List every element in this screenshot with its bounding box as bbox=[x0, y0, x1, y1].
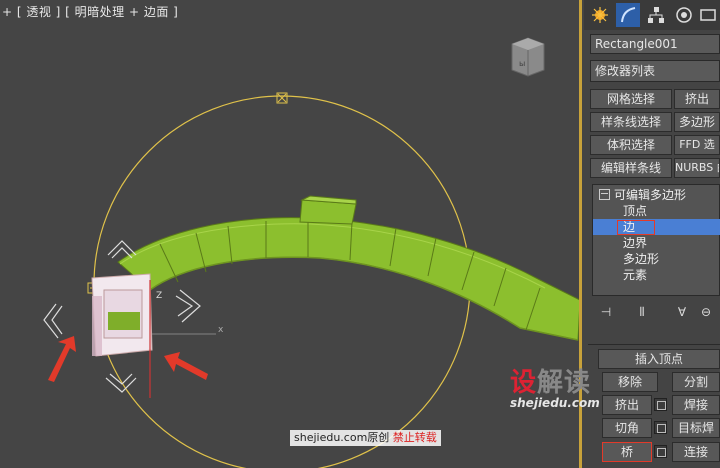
extrude-settings-icon[interactable] bbox=[654, 398, 667, 411]
perspective-viewport[interactable]: + [ 透视 ] [ 明暗处理 + 边面 ] Z x ы bbox=[0, 0, 582, 468]
stack-tools: ⊣ ⦀ ∀ ⊖ bbox=[594, 302, 720, 322]
split-button[interactable]: 分割 bbox=[672, 372, 720, 392]
mesh-select-button[interactable]: 网格选择 bbox=[590, 89, 672, 109]
show-end-result-icon[interactable]: ⦀ bbox=[632, 302, 652, 322]
spline-select-button[interactable]: 样条线选择 bbox=[590, 112, 672, 132]
extrude-modifier-button[interactable]: 挤出 bbox=[674, 89, 720, 109]
chamfer-button[interactable]: 切角 bbox=[602, 418, 652, 438]
edit-spline-button[interactable]: 编辑样条线 bbox=[590, 158, 672, 178]
stack-item-element[interactable]: 元素 bbox=[593, 267, 720, 283]
red-highlight-box bbox=[617, 220, 655, 235]
target-weld-button[interactable]: 目标焊 bbox=[672, 418, 720, 438]
make-unique-icon[interactable]: ∀ bbox=[672, 302, 692, 322]
modify-tab-icon[interactable] bbox=[616, 3, 640, 27]
green-arc-object bbox=[117, 195, 581, 341]
stack-root-editable-poly[interactable]: 可编辑多边形 bbox=[593, 187, 720, 203]
watermark-url: shejiedu.com bbox=[510, 396, 600, 410]
object-name-field[interactable]: Rectangle001 bbox=[590, 34, 720, 54]
chamfer-settings-icon[interactable] bbox=[654, 421, 667, 434]
volume-select-button[interactable]: 体积选择 bbox=[590, 135, 672, 155]
command-panel-tabs bbox=[584, 0, 720, 30]
poly-select-button[interactable]: 多边形 bbox=[674, 112, 720, 132]
remove-modifier-icon[interactable]: ⊖ bbox=[696, 302, 716, 322]
command-panel: Rectangle001 修改器列表 网格选择 挤出 样条线选择 多边形 体积选… bbox=[584, 0, 720, 468]
bridge-button[interactable]: 桥 bbox=[602, 442, 652, 462]
collapse-toggle-icon[interactable] bbox=[599, 189, 610, 200]
selected-frame-object bbox=[91, 273, 153, 398]
stack-item-polygon[interactable]: 多边形 bbox=[593, 251, 720, 267]
red-arrow-left bbox=[48, 336, 76, 382]
scene-canvas: Z x ы bbox=[43, 37, 581, 468]
ffd-select-button[interactable]: FFD 选 bbox=[674, 135, 720, 155]
stack-item-edge[interactable]: 边 bbox=[593, 219, 720, 235]
bridge-settings-icon[interactable] bbox=[654, 445, 667, 458]
weld-button[interactable]: 焊接 bbox=[672, 395, 720, 415]
hierarchy-tab-icon[interactable] bbox=[644, 3, 668, 27]
display-tab-icon[interactable] bbox=[696, 3, 720, 27]
svg-text:Z: Z bbox=[156, 291, 162, 301]
remove-button[interactable]: 移除 bbox=[602, 372, 658, 392]
pin-stack-icon[interactable]: ⊣ bbox=[596, 302, 616, 322]
watermark-bar: shejiedu.com原创 禁止转载 bbox=[290, 430, 441, 446]
nurbs-curve-button[interactable]: NURBS 曲 bbox=[674, 158, 720, 178]
motion-tab-icon[interactable] bbox=[672, 3, 696, 27]
create-tab-icon[interactable] bbox=[588, 3, 612, 27]
svg-text:x: x bbox=[218, 325, 224, 335]
connect-button[interactable]: 连接 bbox=[672, 442, 720, 462]
view-cube-icon: ы bbox=[511, 37, 545, 77]
watermark-logo: 设解读 bbox=[510, 368, 592, 398]
red-arrow-right bbox=[164, 352, 208, 380]
svg-text:ы: ы bbox=[519, 59, 525, 68]
modifier-list-dropdown[interactable]: 修改器列表 bbox=[590, 60, 720, 82]
stack-item-border[interactable]: 边界 bbox=[593, 235, 720, 251]
modifier-stack[interactable]: 可编辑多边形 顶点 边 边界 多边形 元素 bbox=[592, 184, 720, 296]
edit-edges-rollout: 插入顶点 移除 分割 挤出 焊接 切角 目标焊 桥 连接 bbox=[588, 344, 720, 468]
insert-vertex-button[interactable]: 插入顶点 bbox=[598, 349, 720, 369]
stack-item-vertex[interactable]: 顶点 bbox=[593, 203, 720, 219]
extrude-button[interactable]: 挤出 bbox=[602, 395, 652, 415]
